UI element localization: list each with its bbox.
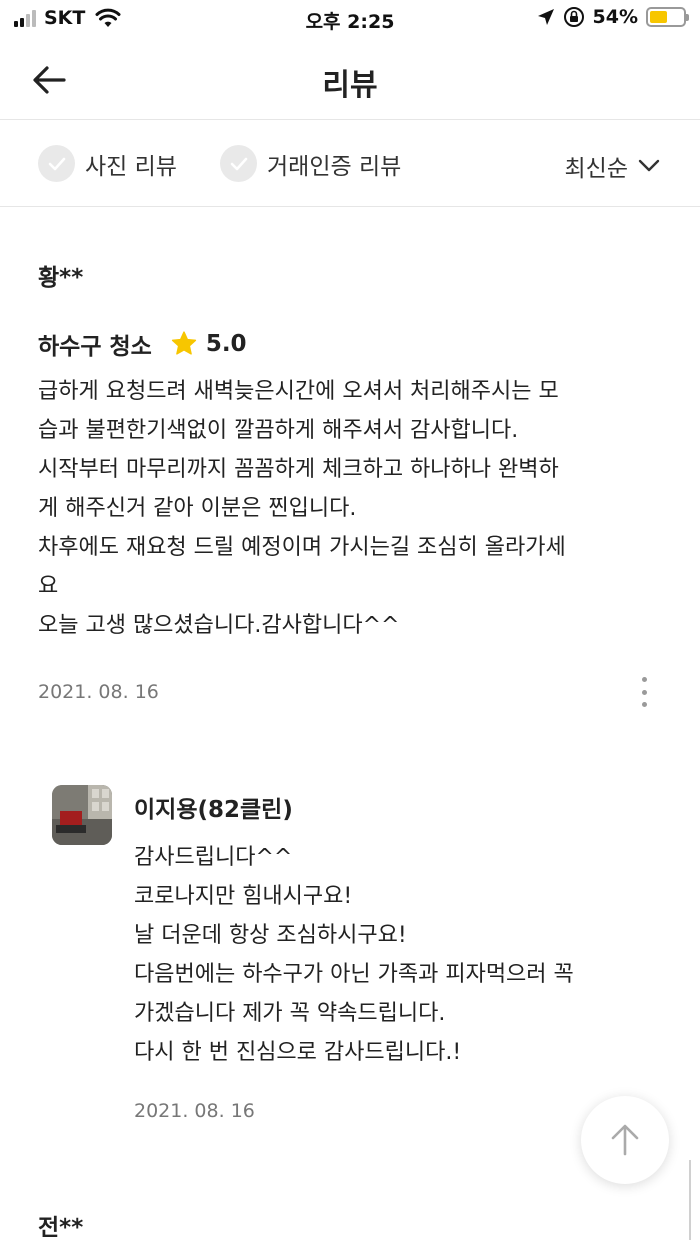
sort-dropdown[interactable]: 최신순 [565,149,660,183]
next-reviewer-name: 전** [38,1215,84,1241]
avatar [52,785,112,845]
reply-line: 감사드립니다^^ [134,845,293,870]
service-name: 하수구 청소 [38,334,152,360]
service-rating-row: 하수구 청소 5.0 [38,327,247,361]
review-line: 요 [38,574,59,599]
verified-review-filter[interactable]: 거래인증 리뷰 [220,145,401,182]
scrollbar[interactable] [689,1160,691,1240]
location-arrow-icon [537,9,554,25]
verified-review-label: 거래인증 리뷰 [267,153,402,180]
reply-date: 2021. 08. 16 [134,1100,255,1122]
status-bar: SKT 오후 2:25 54% [0,0,700,38]
chevron-down-icon [638,159,660,172]
filter-bar: 사진 리뷰 거래인증 리뷰 최신순 [0,121,700,207]
review-text: 급하게 요청드려 새벽늦은시간에 오셔서 처리해주시는 모 습과 불편한기색없이… [38,372,670,645]
battery-percent: 54% [592,6,638,28]
review-line: 급하게 요청드려 새벽늦은시간에 오셔서 처리해주시는 모 [38,379,559,404]
rating-value: 5.0 [205,331,247,357]
orientation-lock-icon [563,7,584,27]
reply-line: 다음번에는 하수구가 아닌 가족과 피자먹으러 꼭 [134,962,574,987]
reply-line: 다시 한 번 진심으로 감사드립니다.! [134,1040,462,1065]
review-line: 차후에도 재요청 드릴 예정이며 가시는길 조심히 올라가세 [38,535,566,560]
scroll-to-top-button[interactable] [581,1096,669,1184]
check-icon [220,145,257,182]
battery-icon [646,7,689,27]
reply-author: 이지용(82클린) [134,797,293,823]
arrow-up-icon [611,1124,639,1156]
status-right: 54% [537,6,689,28]
header: 리뷰 [0,38,700,120]
reviewer-name: 황** [38,265,84,291]
battery-level [650,11,668,23]
reply-line: 날 더운데 항상 조심하시구요! [134,923,407,948]
review-line: 시작부터 마무리까지 꼼꼼하게 체크하고 하나하나 완벽하 [38,457,559,482]
photo-review-label: 사진 리뷰 [85,153,177,180]
more-options-icon[interactable] [632,674,656,710]
review-line: 오늘 고생 많으셨습니다.감사합니다^^ [38,613,400,638]
page-title: 리뷰 [322,68,378,103]
reply-line: 코로나지만 힘내시구요! [134,884,353,909]
review-date: 2021. 08. 16 [38,681,159,703]
check-icon [38,145,75,182]
review-line: 습과 불편한기색없이 깔끔하게 해주셔서 감사합니다. [38,418,519,443]
sort-label: 최신순 [564,156,628,182]
review-line: 게 해주신거 같아 이분은 찐입니다. [38,496,357,521]
reply-line: 가겠습니다 제가 꼭 약속드립니다. [134,1001,446,1026]
reply-text: 감사드립니다^^ 코로나지만 힘내시구요! 날 더운데 항상 조심하시구요! 다… [134,838,674,1072]
star-icon [171,331,196,355]
photo-review-filter[interactable]: 사진 리뷰 [38,145,177,182]
